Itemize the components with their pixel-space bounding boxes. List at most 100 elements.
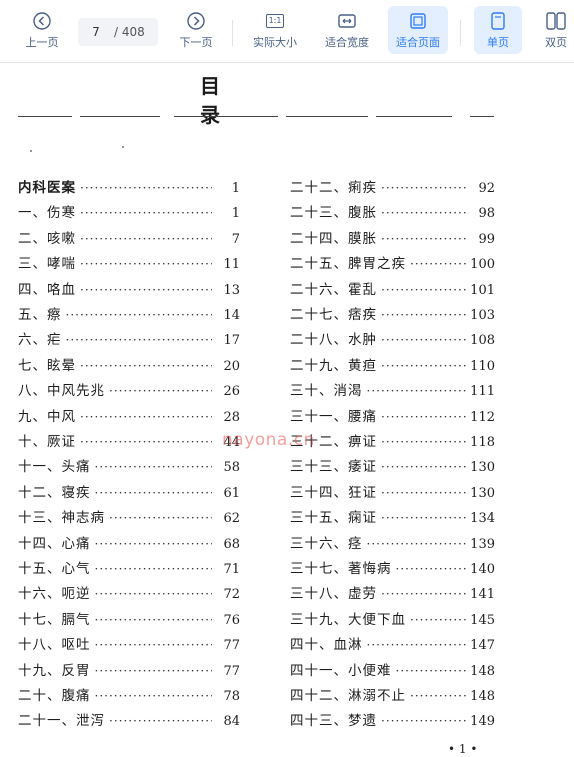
toc-leader-dots: ········································: [80, 206, 212, 221]
toc-entry-page: 58: [223, 460, 240, 476]
toc-entry: 五、瘵·····································…: [18, 303, 240, 325]
toc-leader-dots: ········································: [94, 612, 213, 627]
toc-leader-dots: ········································: [80, 181, 212, 195]
fit-width-button[interactable]: 适合宽度: [318, 6, 376, 54]
toc-leader-dots: ········································: [381, 333, 466, 348]
toc-leader-dots: ········································: [381, 206, 467, 221]
toc-entry: 七、眩晕 ····································…: [18, 354, 240, 376]
toc-entry: 四、咯血 ····································…: [18, 278, 240, 300]
fit-page-button[interactable]: 适合页面: [388, 6, 448, 54]
toc-entry: 二、咳嗽 ····································…: [18, 227, 240, 249]
toc-entry-page: 84: [223, 714, 240, 730]
toc-leader-dots: ········································: [109, 714, 212, 729]
toc-entry: 二十八、水肿 ··································…: [290, 328, 495, 350]
toc-leader-dots: ········································: [94, 460, 213, 475]
toc-entry-title: 四十一、小便难: [290, 662, 392, 679]
toc-entry-title: 三十八、虚劳: [290, 586, 377, 603]
toc-entry: 三十二、痹证··································…: [290, 430, 495, 452]
next-page-button[interactable]: 下一页: [174, 6, 218, 54]
toc-entry: 十九、反胃···································…: [18, 659, 240, 681]
toc-entry: 十三、神志病 ··································…: [18, 506, 240, 528]
toc-entry-page: 1: [231, 181, 240, 196]
toc-entry-title: 十九、反胃: [18, 662, 91, 679]
toc-entry: 二十三、腹胀 ··································…: [290, 201, 495, 223]
toc-entry-page: 61: [223, 485, 240, 501]
toc-entry-page: 148: [470, 689, 495, 704]
divider-rule: [174, 116, 278, 117]
toc-entry-title: 五、瘵: [18, 307, 62, 323]
toc-entry-page: 149: [470, 714, 495, 730]
toc-entry-title: 三十六、痉: [290, 535, 363, 552]
toc-entry-page: 14: [223, 308, 240, 323]
toc-leader-dots: ········································: [381, 435, 466, 449]
toc-entry-page: 130: [470, 460, 495, 476]
toc-entry: 十六、呃逆···································…: [18, 582, 240, 604]
toc-entry-title: 三十三、痿证: [290, 459, 377, 476]
toc-entry-title: 三、哮喘: [18, 256, 76, 273]
toc-entry-title: 十三、神志病: [18, 510, 105, 527]
toc-leader-dots: ········································: [80, 409, 212, 424]
actual-size-icon-text: 1:1: [265, 14, 285, 28]
toc-entry: 三十八、虚劳 ··································…: [290, 582, 495, 604]
toc-entry: 三十四、狂证 ··································…: [290, 481, 495, 503]
toc-leader-dots: ········································: [366, 536, 467, 551]
toc-leader-dots: ········································: [381, 714, 466, 729]
actual-size-button[interactable]: 1:1 实际大小: [246, 6, 304, 54]
toc-entry: 二十一、泄泻 ··································…: [18, 709, 240, 731]
chevron-left-icon: [32, 10, 52, 32]
toc-entry: 四十二、淋溺不止 ································…: [290, 684, 495, 706]
toc-entry: 二十六、霍乱 ··································…: [290, 278, 495, 300]
divider-rule: [18, 116, 72, 117]
toc-entry-title: 十、厥证: [18, 434, 76, 450]
fit-width-icon: [338, 10, 356, 32]
page-number: • 1 •: [448, 742, 478, 756]
toc-entry-page: 100: [470, 257, 495, 273]
double-page-button[interactable]: 双页: [536, 6, 574, 54]
toc-entry-page: 1: [231, 206, 240, 222]
divider-rule: [470, 116, 494, 117]
toc-entry-title: 四、咯血: [18, 281, 76, 298]
prev-page-label: 上一页: [25, 36, 59, 49]
toc-entry-page: 134: [470, 511, 495, 527]
page-current-input[interactable]: 7: [78, 25, 114, 39]
prev-page-button[interactable]: 上一页: [20, 6, 64, 54]
toc-entry-title: 二十八、水肿: [290, 332, 377, 349]
toc-entry-page: 77: [223, 663, 240, 679]
toc-leader-dots: ········································: [94, 562, 213, 576]
toc-entry-page: 118: [470, 435, 495, 450]
toc-entry-title: 二、咳嗽: [18, 230, 76, 247]
toc-entry: 三十七、著悔病·································…: [290, 557, 495, 579]
next-page-label: 下一页: [179, 36, 213, 49]
single-page-label: 单页: [487, 36, 509, 49]
toc-entry-title: 三十、消渴: [290, 383, 363, 400]
toc-entry-page: 78: [223, 689, 240, 704]
toc-entry: 内科医案 ····································…: [18, 176, 240, 198]
toc-entry-title: 二十、腹痛: [18, 688, 91, 704]
toc-leader-dots: ········································: [94, 689, 213, 703]
double-page-label: 双页: [545, 36, 567, 49]
toc-entry-page: 26: [223, 384, 240, 400]
toc-entry-page: 71: [223, 562, 240, 577]
divider-rule: [286, 116, 368, 117]
scan-speck: [30, 150, 32, 152]
page-total: / 408: [114, 25, 145, 39]
toc-leader-dots: ········································: [80, 282, 212, 297]
toc-leader-dots: ········································: [381, 308, 466, 322]
toc-entry-title: 二十六、霍乱: [290, 281, 377, 298]
toc-entry: 八、中风先兆 ··································…: [18, 379, 240, 401]
fit-width-label: 适合宽度: [325, 36, 369, 49]
page-indicator[interactable]: 7 / 408: [78, 18, 158, 46]
toc-entry-page: 77: [223, 638, 240, 654]
toc-leader-dots: ········································: [381, 460, 466, 475]
toc-entry-page: 13: [223, 282, 240, 298]
toc-leader-dots: ········································: [109, 511, 212, 526]
toc-entry-page: 11: [223, 257, 240, 273]
toc-leader-dots: ········································: [410, 612, 466, 627]
watermark: nayona.cn: [222, 430, 315, 450]
toc-entry-title: 二十七、痞疾: [290, 307, 377, 323]
toc-leader-dots: ········································: [381, 511, 466, 526]
toc-entry-title: 八、中风先兆: [18, 383, 105, 400]
single-page-button[interactable]: 单页: [474, 6, 522, 54]
scan-speck: [122, 146, 124, 148]
toc-entry: 六、疟·····································…: [18, 328, 240, 350]
